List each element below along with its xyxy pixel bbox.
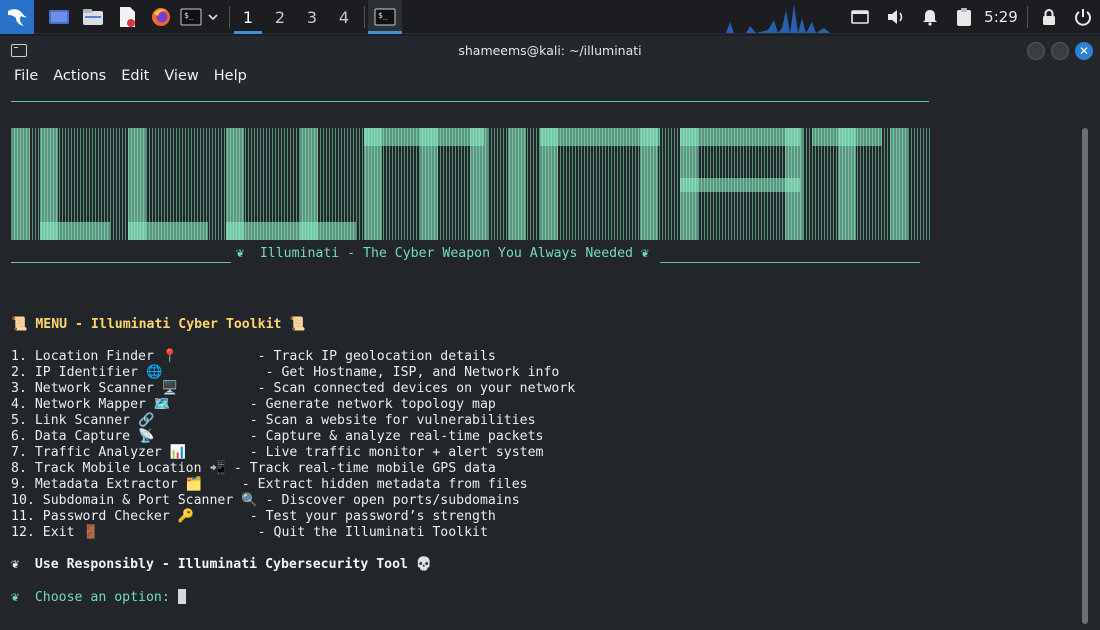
menu-help[interactable]: Help [214,66,247,90]
file-manager-icon[interactable] [78,0,108,34]
scrollbar[interactable] [1082,128,1088,624]
lock-screen-icon[interactable] [1036,0,1062,34]
top-panel: $_ 1 2 3 4 $_ 5:29 [0,0,1100,34]
window-title: shameems@kali: ~/illuminati [458,43,642,58]
terminal-icon: $_ [374,8,396,26]
menu-file[interactable]: File [14,66,38,90]
close-button[interactable]: ✕ [1075,42,1093,60]
text-cursor [177,589,186,604]
menu-option-1: 1. Location Finder 📍 - Track IP geolocat… [11,349,496,364]
workspace-1[interactable]: 1 [232,0,264,34]
tagline-rule-left [11,262,231,263]
notifications-bell-icon[interactable] [918,0,942,34]
menu-option-6: 6. Data Capture 📡 - Capture & analyze re… [11,429,544,444]
menu-option-9: 9. Metadata Extractor 🗂️ - Extract hidde… [11,477,528,492]
show-desktop-icon[interactable] [44,0,74,34]
menu-option-12: 12. Exit 🚪 - Quit the Illuminati Toolkit [11,525,488,540]
menu-view[interactable]: View [164,66,198,90]
terminal-launcher-icon[interactable]: $_ [178,0,204,34]
svg-text:$_: $_ [184,11,194,20]
footer-notice: ❦ Use Responsibly - Illuminati Cybersecu… [11,557,433,572]
top-rule [11,101,929,102]
input-prompt[interactable]: ❦ Choose an option: [11,589,186,606]
menu-option-2: 2. IP Identifier 🌐 - Get Hostname, ISP, … [11,365,560,380]
prompt-label: ❦ Choose an option: [11,590,178,605]
power-icon[interactable] [1070,0,1096,34]
svg-text:$_: $_ [378,11,388,20]
menu-actions[interactable]: Actions [53,66,106,90]
kali-menu-button[interactable] [0,0,34,34]
minimize-button[interactable] [1027,42,1045,60]
menu-option-3: 3. Network Scanner 🖥️ - Scan connected d… [11,381,576,396]
menu-edit[interactable]: Edit [121,66,149,90]
maximize-button[interactable] [1051,42,1069,60]
menu-title: 📜 MENU - Illuminati Cyber Toolkit 📜 [11,317,306,332]
kali-dragon-icon [8,9,27,26]
menu-option-5: 5. Link Scanner 🔗 - Scan a website for v… [11,413,536,428]
terminal-window: shameems@kali: ~/illuminati ✕ File Actio… [0,36,1100,630]
tagline: ❦ Illuminati - The Cyber Weapon You Alwa… [236,246,649,261]
terminal-output[interactable]: ❦ Illuminati - The Cyber Weapon You Alwa… [0,90,1100,630]
menu-option-8: 8. Track Mobile Location 📲 - Track real-… [11,461,496,476]
volume-icon[interactable] [884,0,908,34]
workspace-4[interactable]: 4 [328,0,360,34]
menu-option-4: 4. Network Mapper 🗺️ - Generate network … [11,397,496,412]
menu-option-11: 11. Password Checker 🔑 - Test your passw… [11,509,496,524]
taskbar-terminal-window[interactable]: $_ [368,0,402,34]
window-switcher-icon[interactable] [848,0,872,34]
window-titlebar[interactable]: shameems@kali: ~/illuminati ✕ [0,36,1100,66]
workspace-3[interactable]: 3 [296,0,328,34]
menu-option-7: 7. Traffic Analyzer 📊 - Live traffic mon… [11,445,544,460]
chevron-down-icon[interactable] [204,0,222,34]
menu-option-10: 10. Subdomain & Port Scanner 🔍 - Discove… [11,493,520,508]
tagline-rule-right [660,262,920,263]
text-editor-icon[interactable] [112,0,142,34]
firefox-icon[interactable] [146,0,176,34]
network-activity-graph [716,0,844,34]
workspace-2[interactable]: 2 [264,0,296,34]
clock[interactable]: 5:29 [982,0,1020,34]
menubar: File Actions Edit View Help [0,66,1100,90]
clipboard-icon[interactable] [952,0,976,34]
